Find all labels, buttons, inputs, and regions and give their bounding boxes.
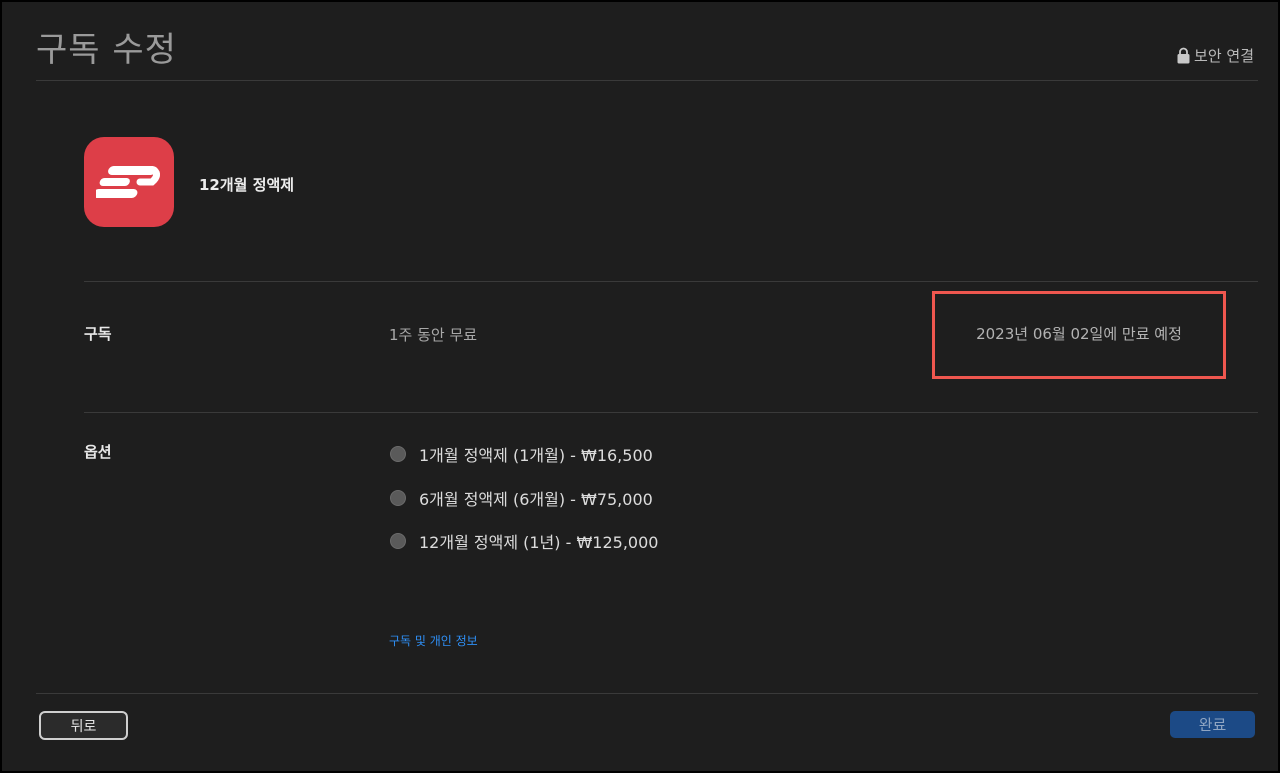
radio-button[interactable] [390,490,406,506]
radio-button[interactable] [390,533,406,549]
trial-text: 1주 동안 무료 [389,326,478,344]
option-label: 12개월 정액제 (1년) - ₩125,000 [419,533,659,552]
done-button[interactable]: 완료 [1170,711,1255,738]
option-label: 6개월 정액제 (6개월) - ₩75,000 [419,490,653,509]
subscription-label: 구독 [84,325,112,343]
edit-subscription-window: 구독 수정 보안 연결 12개월 정액제 구독 1주 동안 무료 2023년 0… [0,0,1280,773]
option-6-months[interactable]: 6개월 정액제 (6개월) - ₩75,000 [390,486,653,510]
secure-connection-indicator: 보안 연결 [1177,45,1254,66]
page-title: 구독 수정 [36,30,177,70]
option-label: 1개월 정액제 (1개월) - ₩16,500 [419,446,653,465]
footer-divider [36,693,1258,694]
privacy-link[interactable]: 구독 및 개인 정보 [389,632,478,649]
back-button[interactable]: 뒤로 [39,711,128,740]
expressvpn-logo-icon [96,166,161,198]
expiry-highlight-box: 2023년 06월 02일에 만료 예정 [932,291,1226,379]
app-icon [84,137,174,227]
secure-connection-label: 보안 연결 [1194,47,1254,65]
lock-icon [1177,47,1190,64]
header-divider [36,80,1258,81]
options-label: 옵션 [84,443,112,461]
option-12-months[interactable]: 12개월 정액제 (1년) - ₩125,000 [390,529,658,553]
app-divider [84,281,1258,282]
subscription-divider [84,412,1258,413]
expiry-text: 2023년 06월 02일에 만료 예정 [976,324,1182,343]
plan-name: 12개월 정액제 [199,176,295,194]
option-1-month[interactable]: 1개월 정액제 (1개월) - ₩16,500 [390,442,653,466]
radio-button[interactable] [390,446,406,462]
